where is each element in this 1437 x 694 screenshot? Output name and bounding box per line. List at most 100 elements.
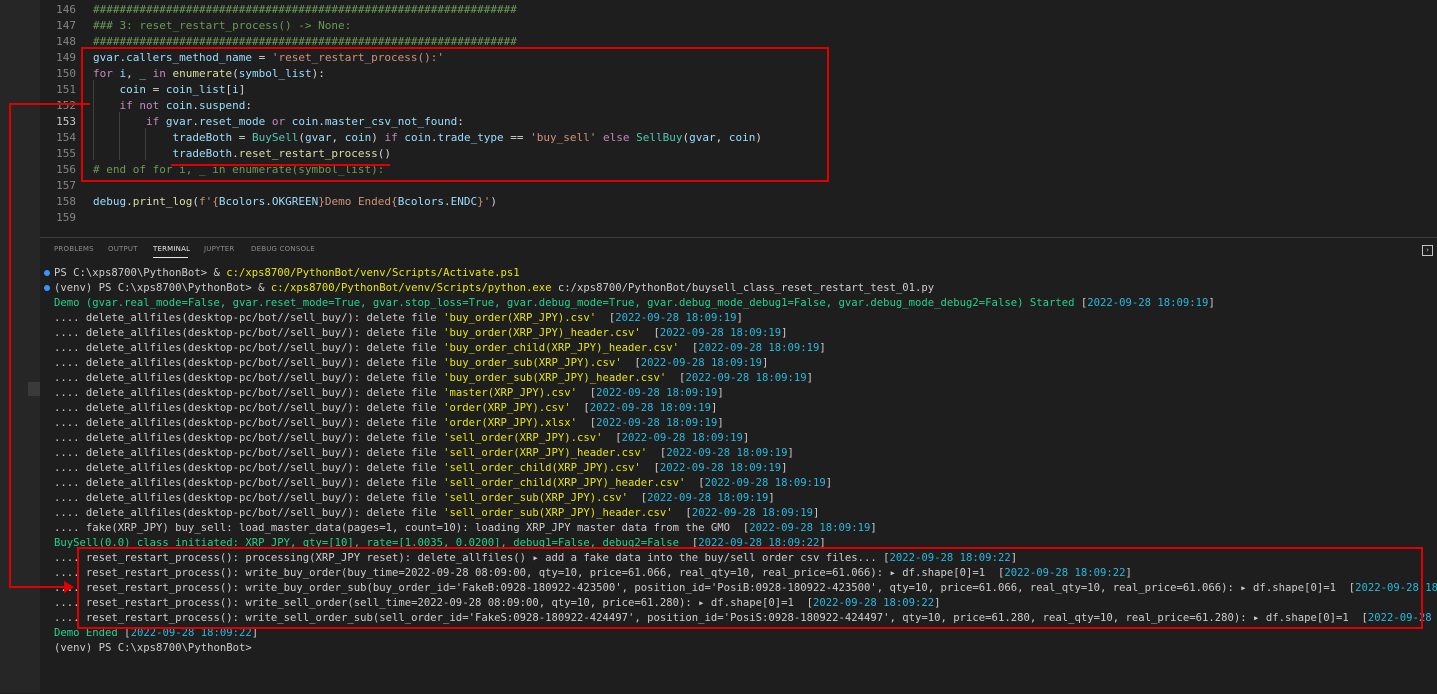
line-number: 151 xyxy=(56,83,76,96)
terminal-line: .... delete_allfiles(desktop-pc/bot//sel… xyxy=(54,461,788,476)
terminal-token: 'buy_order_sub(XRP_JPY).csv' xyxy=(443,357,622,369)
terminal-token: [ xyxy=(640,327,660,339)
terminal-token: ] xyxy=(768,492,775,504)
code-token: Bcolors xyxy=(397,195,445,208)
code-text: debug.print_log(f'{Bcolors.OKGREEN}Demo … xyxy=(93,194,497,210)
terminal-line: .... delete_allfiles(desktop-pc/bot//sel… xyxy=(54,371,813,386)
terminal-line: .... delete_allfiles(desktop-pc/bot//sel… xyxy=(54,446,794,461)
terminal-token: ] xyxy=(813,507,820,519)
code-token: . xyxy=(444,195,451,208)
terminal-token: ] xyxy=(736,312,743,324)
code-line: 158 debug.print_log(f'{Bcolors.OKGREEN}De… xyxy=(40,194,1437,210)
tab-problems[interactable]: PROBLEMS xyxy=(54,245,94,253)
terminal-token: 2022-09-28 18:09:19 xyxy=(749,522,871,534)
terminal-token: [ xyxy=(596,312,616,324)
terminal-token: 2022-09-28 18:09:19 xyxy=(659,327,782,339)
terminal-highlight-box xyxy=(77,547,1423,629)
code-text: ### 3: reset_restart_process() -> None: xyxy=(93,18,351,34)
terminal-token: 'buy_order_child(XRP_JPY)_header.csv' xyxy=(443,342,680,354)
terminal-line: .... delete_allfiles(desktop-pc/bot//sel… xyxy=(54,401,717,416)
code-token: ( xyxy=(192,195,199,208)
line-number: 149 xyxy=(56,51,76,64)
code-token: ### 3: reset_restart_process() -> None: xyxy=(93,19,352,32)
terminal-token: ] xyxy=(806,372,814,384)
terminal-line: .... delete_allfiles(desktop-pc/bot//sel… xyxy=(54,311,743,326)
terminal-token: c:/xps8700/PythonBot/venv/Scripts/python… xyxy=(270,282,552,294)
terminal-token: [ xyxy=(577,387,597,399)
terminal-token: .... delete_allfiles(desktop-pc/bot//sel… xyxy=(54,447,444,459)
terminal-line: .... delete_allfiles(desktop-pc/bot//sel… xyxy=(54,356,768,371)
terminal-line: .... fake(XRP_JPY) buy_sell: load_master… xyxy=(54,521,877,536)
terminal-line: .... delete_allfiles(desktop-pc/bot//sel… xyxy=(54,341,826,356)
terminal-token: 'sell_order_child(XRP_JPY)_header.csv' xyxy=(443,477,686,489)
terminal-token: .... delete_allfiles(desktop-pc/bot//sel… xyxy=(54,327,444,339)
line-number: 146 xyxy=(56,3,76,16)
code-token: Bcolors xyxy=(218,195,266,208)
line-number: 147 xyxy=(56,19,76,32)
tab-jupyter[interactable]: JUPYTER xyxy=(204,245,235,253)
annotation-arrow-top xyxy=(9,103,90,105)
terminal-token: .... delete_allfiles(desktop-pc/bot//sel… xyxy=(54,312,444,324)
terminal-token: ] xyxy=(1208,297,1215,309)
terminal-line: .... delete_allfiles(desktop-pc/bot//sel… xyxy=(54,476,832,491)
terminal-token: [ xyxy=(685,477,705,489)
terminal-token: ] xyxy=(761,357,769,369)
terminal-token: .... delete_allfiles(desktop-pc/bot//sel… xyxy=(54,507,444,519)
terminal-token: Demo (gvar.real_mode=False, gvar.reset_m… xyxy=(54,297,1081,309)
panel-maximize-icon[interactable]: › xyxy=(1422,245,1433,256)
terminal-token: .... fake(XRP_JPY) buy_sell: load_master… xyxy=(54,522,750,534)
terminal-token: 'sell_order_sub(XRP_JPY).csv' xyxy=(443,492,629,504)
code-line: 146 #####################################… xyxy=(40,2,1437,18)
terminal-token: 'sell_order(XRP_JPY).csv' xyxy=(443,432,603,444)
terminal-token: ] xyxy=(710,402,718,414)
code-token: . xyxy=(265,195,272,208)
terminal-token: [ xyxy=(666,372,686,384)
terminal-token: 'sell_order_child(XRP_JPY).csv' xyxy=(443,462,641,474)
annotation-arrow-head-icon xyxy=(64,581,74,593)
line-number: 159 xyxy=(56,211,76,224)
gutter-marker xyxy=(28,382,40,396)
command-status-dot-icon[interactable] xyxy=(44,270,50,276)
line-number: 148 xyxy=(56,35,76,48)
terminal-token: 'sell_order(XRP_JPY)_header.csv' xyxy=(443,447,648,459)
terminal-token: 'buy_order(XRP_JPY)_header.csv' xyxy=(443,327,641,339)
terminal-token: ] xyxy=(781,462,788,474)
code-token: ENDC xyxy=(450,195,478,208)
terminal-token: 2022-09-28 18:09:19 xyxy=(596,417,718,429)
terminal-line: .... delete_allfiles(desktop-pc/bot//sel… xyxy=(54,386,724,401)
terminal-token: 2022-09-28 18:09:19 xyxy=(596,387,718,399)
terminal-token: (venv) PS C:\xps8700\PythonBot> & xyxy=(54,282,271,294)
tab-debug-console[interactable]: DEBUG CONSOLE xyxy=(251,245,315,253)
terminal-token: .... delete_allfiles(desktop-pc/bot//sel… xyxy=(54,387,444,399)
terminal-token: 'master(XRP_JPY).csv' xyxy=(443,387,577,399)
terminal-token: [ xyxy=(577,417,597,429)
tab-output[interactable]: OUTPUT xyxy=(108,245,138,253)
terminal-token: ] xyxy=(825,477,833,489)
terminal-token: .... delete_allfiles(desktop-pc/bot//sel… xyxy=(54,462,444,474)
terminal-token: 2022-09-28 18:09:19 xyxy=(704,477,826,489)
code-token: debug xyxy=(93,195,127,208)
terminal-token: 2022-09-28 18:09:19 xyxy=(615,312,737,324)
terminal-line: PS C:\xps8700\PythonBot> & c:/xps8700/Py… xyxy=(54,266,520,281)
line-number: 152 xyxy=(56,99,76,112)
terminal-token: ] xyxy=(787,447,794,459)
code-token: print_log xyxy=(132,195,193,208)
code-token: }Demo Ended{ xyxy=(318,195,398,208)
terminal-line: .... delete_allfiles(desktop-pc/bot//sel… xyxy=(54,491,775,506)
annotation-arrow-line xyxy=(9,104,11,588)
terminal-line: (venv) PS C:\xps8700\PythonBot> & c:/xps… xyxy=(54,281,934,296)
terminal-token: [ xyxy=(628,492,648,504)
terminal-token: PS C:\xps8700\PythonBot> & xyxy=(54,267,227,279)
code-token: ########################################… xyxy=(93,3,517,16)
terminal-token: 2022-09-28 18:09:19 xyxy=(589,402,711,414)
terminal-token: .... delete_allfiles(desktop-pc/bot//sel… xyxy=(54,342,444,354)
terminal-token: 2022-09-28 18:09:19 xyxy=(666,447,788,459)
tab-terminal[interactable]: TERMINAL xyxy=(153,245,190,253)
terminal-token: 2022-09-28 18:09:19 xyxy=(621,432,743,444)
command-status-dot-icon[interactable] xyxy=(44,285,50,291)
terminal-token: [ xyxy=(640,462,660,474)
terminal-token: 2022-09-28 18:09:19 xyxy=(659,462,782,474)
terminal-token: 2022-09-28 18:09:19 xyxy=(691,507,813,519)
code-line: 147 ### 3: reset_restart_process() -> Non… xyxy=(40,18,1437,34)
code-token: }' xyxy=(477,195,491,208)
